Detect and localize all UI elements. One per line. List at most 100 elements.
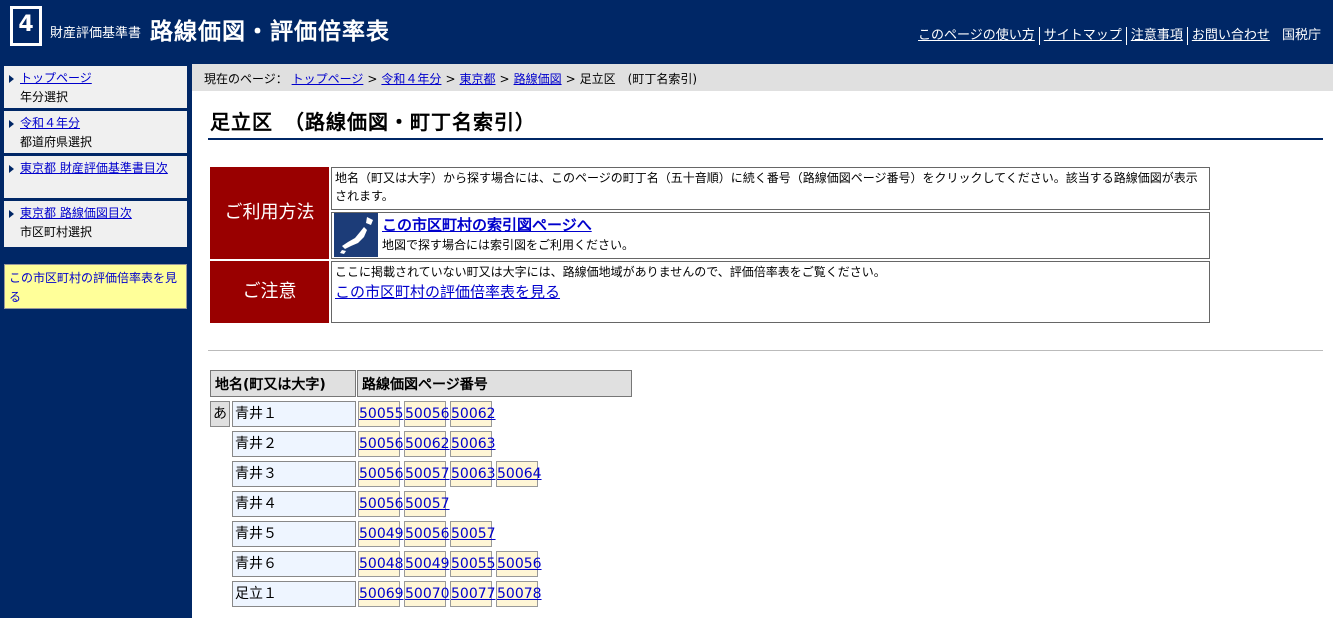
page-number-link[interactable]: 50078	[497, 586, 542, 602]
sidebar-item-tokyo-map-index: 東京都 路線価図目次 市区町村選択	[4, 201, 187, 247]
page-number-cell: 50056	[496, 551, 542, 577]
header-links: このページの使い方 サイトマップ 注意事項 お問い合わせ 国税庁	[918, 24, 1321, 45]
page-number-cell: 50049	[404, 551, 450, 577]
agency-name: 国税庁	[1281, 28, 1321, 43]
notes-link[interactable]: 注意事項	[1131, 28, 1183, 43]
page-number-link[interactable]: 50077	[451, 586, 496, 602]
column-header-pages: 路線価図ページ番号	[357, 370, 632, 397]
page-number-cell: 50056	[358, 461, 404, 487]
town-name: 青井４	[232, 491, 356, 517]
town-name: 青井１	[232, 401, 356, 427]
page-number-link[interactable]: 50064	[497, 466, 542, 482]
page-number-cell: 50062	[450, 401, 496, 427]
page-number-link[interactable]: 50057	[451, 526, 496, 542]
page-number-link[interactable]: 50062	[451, 406, 496, 422]
sidebar-ratio-table-link[interactable]: この市区町村の評価倍率表を見る	[9, 271, 177, 304]
breadcrumb-item[interactable]: トップページ	[292, 72, 364, 86]
sidebar-ratio-table-box: この市区町村の評価倍率表を見る	[4, 264, 187, 309]
breadcrumb: 現在のページ： トップページ > 令和４年分 > 東京都 > 路線価図 > 足立区 (町丁名索引…	[192, 64, 1333, 91]
breadcrumb-current: 足立区 (町丁名索引)	[579, 72, 698, 86]
page-number-link[interactable]: 50049	[359, 526, 404, 542]
page-number-cell: 50055	[358, 401, 404, 427]
page-number-link[interactable]: 50062	[405, 436, 450, 452]
town-name: 足立１	[232, 581, 356, 607]
page-title: 足立区 （路線価図・町丁名索引）	[210, 110, 536, 134]
sitemap-link[interactable]: サイトマップ	[1044, 28, 1122, 43]
page-number-link[interactable]: 50070	[405, 586, 450, 602]
page-number-link[interactable]: 50056	[359, 466, 404, 482]
page-number-link[interactable]: 50056	[359, 436, 404, 452]
logo-number-icon[interactable]: 4	[10, 6, 42, 46]
sidebar-item-year: 令和４年分 都道府県選択	[4, 111, 187, 153]
caution-heading: ご注意	[210, 261, 329, 323]
breadcrumb-item[interactable]: 路線価図	[514, 72, 562, 86]
page-number-cell: 50049	[358, 521, 404, 547]
site-title[interactable]: 路線価図・評価倍率表	[150, 12, 390, 46]
chevron-right-icon: >	[367, 72, 378, 86]
ratio-table-link[interactable]: この市区町村の評価倍率表を見る	[335, 283, 560, 301]
page-number-cell: 50064	[496, 461, 542, 487]
town-name: 青井３	[232, 461, 356, 487]
page-number-cell: 50063	[450, 431, 496, 457]
page-number-cell: 50057	[450, 521, 496, 547]
sidebar-link-tokyo-map-index[interactable]: 東京都 路線価図目次	[20, 206, 132, 220]
contact-link[interactable]: お問い合わせ	[1192, 28, 1270, 43]
chevron-right-icon: >	[445, 72, 456, 86]
sidebar-item-tokyo-index: 東京都 財産評価基準書目次	[4, 156, 187, 198]
title-divider	[208, 138, 1323, 140]
page-number-link[interactable]: 50055	[359, 406, 404, 422]
breadcrumb-label: 現在のページ：	[204, 72, 288, 86]
page-number-cell: 50057	[404, 491, 450, 517]
sidebar-link-top[interactable]: トップページ	[20, 71, 92, 85]
page-number-link[interactable]: 50063	[451, 436, 496, 452]
usage-text: 地名（町又は大字）から探す場合には、このページの町丁名（五十音順）に続く番号（路…	[331, 167, 1210, 210]
page-number-cell: 50056	[404, 401, 450, 427]
page-number-link[interactable]: 50057	[405, 466, 450, 482]
section-divider	[208, 350, 1323, 351]
chevron-right-icon: >	[565, 72, 576, 86]
page-number-cell: 50057	[404, 461, 450, 487]
kana-group-label: あ	[210, 401, 230, 427]
page-number-cell: 50056	[358, 431, 404, 457]
page-number-link[interactable]: 50056	[405, 526, 450, 542]
site-subtitle: 財産評価基準書	[50, 26, 142, 41]
index-map-text: 地図で探す場合には索引図をご利用ください。	[382, 238, 635, 252]
caution-cell: ここに掲載されていない町又は大字には、路線価地域がありませんので、評価倍率表をご…	[331, 261, 1210, 323]
sidebar-item-top: トップページ 年分選択	[4, 66, 187, 108]
page-number-link[interactable]: 50049	[405, 556, 450, 572]
page-number-cell: 50062	[404, 431, 450, 457]
usage-heading: ご利用方法	[210, 167, 329, 259]
town-name: 青井２	[232, 431, 356, 457]
usage-link[interactable]: このページの使い方	[918, 28, 1035, 43]
town-name: 青井５	[232, 521, 356, 547]
page-number-link[interactable]: 50056	[405, 406, 450, 422]
page-number-link[interactable]: 50048	[359, 556, 404, 572]
sidebar-sub-label: 都道府県選択	[20, 135, 93, 149]
divider	[1125, 26, 1127, 45]
caution-text: ここに掲載されていない町又は大字には、路線価地域がありませんので、評価倍率表をご…	[335, 265, 886, 279]
japan-map-icon[interactable]	[334, 213, 378, 257]
usage-map-cell: この市区町村の索引図ページへ 地図で探す場合には索引図をご利用ください。	[331, 212, 1210, 259]
breadcrumb-item[interactable]: 東京都	[460, 72, 496, 86]
page-number-cell: 50048	[358, 551, 404, 577]
page-number-link[interactable]: 50057	[405, 496, 450, 512]
page-number-cell: 50069	[358, 581, 404, 607]
sidebar-link-tokyo-index[interactable]: 東京都 財産評価基準書目次	[20, 161, 168, 175]
sidebar-sub-label: 年分選択	[20, 90, 69, 104]
divider	[1186, 26, 1188, 45]
page-number-cell: 50077	[450, 581, 496, 607]
sidebar-link-year[interactable]: 令和４年分	[20, 116, 80, 130]
sidebar-sub-label: 市区町村選択	[20, 225, 93, 239]
page-number-link[interactable]: 50069	[359, 586, 404, 602]
page-number-link[interactable]: 50055	[451, 556, 496, 572]
site-header: 4 財産評価基準書 路線価図・評価倍率表 このページの使い方 サイトマップ 注意事項…	[0, 0, 1333, 64]
chevron-right-icon: >	[499, 72, 510, 86]
index-map-link[interactable]: この市区町村の索引図ページへ	[382, 216, 592, 234]
page-number-link[interactable]: 50063	[451, 466, 496, 482]
page-number-cell: 50055	[450, 551, 496, 577]
page-number-cell: 50056	[404, 521, 450, 547]
breadcrumb-item[interactable]: 令和４年分	[381, 72, 441, 86]
page-number-link[interactable]: 50056	[497, 556, 542, 572]
page-number-cell: 50070	[404, 581, 450, 607]
page-number-link[interactable]: 50056	[359, 496, 404, 512]
